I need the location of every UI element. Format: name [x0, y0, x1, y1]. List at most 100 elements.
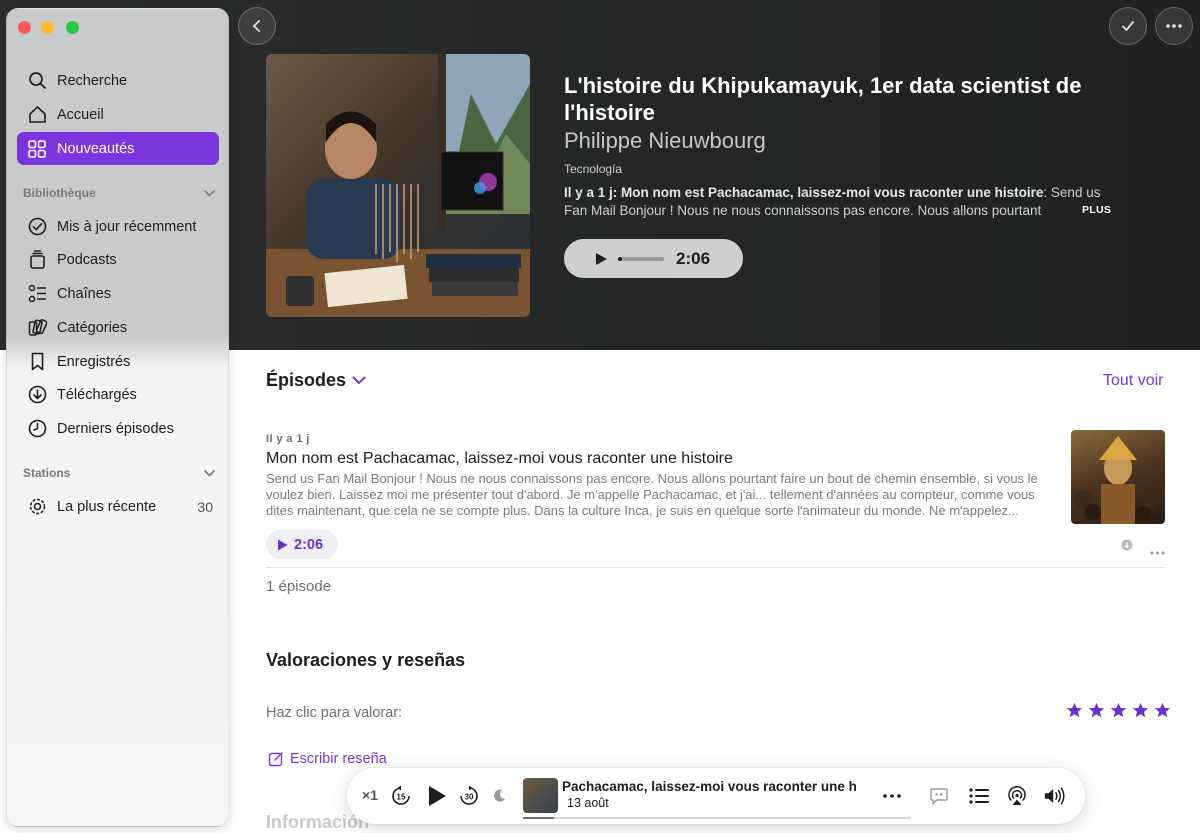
hero-progress-fill	[618, 256, 622, 261]
episode-title[interactable]: Mon nom est Pachacamac, laissez-moi vous…	[266, 450, 733, 468]
stations-section-label: Stations	[23, 466, 71, 480]
sidebar-item-latest-episodes[interactable]: Derniers épisodes	[17, 412, 219, 445]
sidebar-item-label: Chaînes	[57, 285, 112, 302]
more-options-button[interactable]	[1155, 7, 1193, 45]
ellipsis-icon	[1150, 551, 1165, 555]
episode-divider	[266, 567, 1165, 568]
star-icon[interactable]	[1088, 702, 1105, 719]
player-more-button[interactable]	[880, 784, 904, 808]
chevron-down-icon	[204, 469, 215, 477]
episode-artwork[interactable]	[1071, 430, 1165, 524]
playback-rate-button[interactable]: ×1	[362, 787, 378, 803]
podcasts-app-window: L'histoire du Khipukamayuk, 1er data sci…	[0, 0, 1200, 833]
sidebar-item-label: Accueil	[57, 106, 104, 123]
show-author[interactable]: Philippe Nieuwbourg	[564, 128, 766, 154]
moon-icon	[494, 789, 505, 802]
episodes-header[interactable]: Épisodes	[266, 370, 366, 391]
quote-bubble-icon	[930, 788, 948, 806]
star-icon[interactable]	[1110, 702, 1127, 719]
now-playing-artwork[interactable]	[523, 778, 558, 813]
skip-forward-30-icon: 30	[460, 785, 478, 805]
star-icon[interactable]	[1132, 702, 1149, 719]
sidebar-item-label: Nouveautés	[57, 140, 135, 157]
bookmark-icon	[27, 352, 47, 372]
mini-player: ×1 15 30 Pachacamac, laissez-moi vous ra…	[347, 768, 1085, 824]
episode-download-button[interactable]	[1121, 538, 1133, 556]
airplay-button[interactable]	[1005, 784, 1029, 808]
skip-back-seconds: 15	[397, 793, 406, 802]
checkmark-icon	[1122, 21, 1134, 31]
minimize-window-button[interactable]	[41, 21, 54, 34]
download-icon	[1121, 539, 1133, 551]
sidebar-item-categories[interactable]: Catégories	[17, 311, 219, 344]
zoom-window-button[interactable]	[66, 21, 79, 34]
sidebar-item-label: La plus récente	[57, 498, 157, 515]
categories-icon	[27, 318, 47, 338]
play-button[interactable]	[423, 782, 451, 810]
hero-play-time: 2:06	[676, 248, 711, 268]
list-icon	[969, 788, 989, 804]
sidebar-item-search[interactable]: Recherche	[17, 64, 219, 97]
episode-description: Send us Fan Mail Bonjour ! Nous ne nous …	[266, 471, 1038, 518]
sidebar-item-home[interactable]: Accueil	[17, 98, 219, 131]
skip-forward-seconds: 30	[465, 793, 474, 802]
compose-icon	[268, 752, 283, 767]
podcast-stack-icon	[27, 250, 47, 270]
home-icon	[27, 105, 47, 125]
sidebar-item-station-latest[interactable]: La plus récente 30	[17, 490, 219, 523]
more-button[interactable]: PLUS	[1082, 204, 1111, 216]
star-icon[interactable]	[1154, 702, 1171, 719]
chevron-down-icon	[352, 376, 366, 385]
sidebar: Recherche Accueil Nouveautés Bibliothèqu…	[6, 8, 229, 827]
hero-progress-bar	[618, 256, 664, 261]
sidebar-item-label: Enregistrés	[57, 353, 131, 370]
close-window-button[interactable]	[18, 21, 31, 34]
grid-icon	[27, 139, 47, 159]
hero-play-button[interactable]: 2:06	[564, 239, 743, 278]
now-playing-progress[interactable]	[523, 817, 911, 819]
ellipsis-icon	[883, 794, 901, 798]
gear-icon	[27, 497, 47, 517]
sleep-timer-button[interactable]	[487, 784, 511, 808]
skip-back-button[interactable]: 15	[389, 784, 413, 808]
library-section-label: Bibliothèque	[23, 186, 96, 200]
now-playing-progress-fill	[523, 817, 555, 819]
now-playing-title[interactable]: Pachacamac, laissez-moi vous raconter un…	[562, 779, 864, 794]
episode-duration: 2:06	[294, 536, 324, 553]
star-icon[interactable]	[1066, 702, 1083, 719]
follow-button[interactable]	[1109, 7, 1147, 45]
sidebar-item-downloaded[interactable]: Téléchargés	[17, 378, 219, 411]
latest-episode-prefix: Il y a 1 j: Mon nom est Pachacamac, lais…	[564, 185, 1044, 200]
volume-button[interactable]	[1043, 784, 1067, 808]
search-icon	[27, 71, 47, 91]
episode-play-button[interactable]: 2:06	[266, 530, 338, 559]
show-title: L'histoire du Khipukamayuk, 1er data sci…	[564, 73, 1082, 125]
station-count: 30	[197, 498, 213, 515]
queue-button[interactable]	[967, 784, 991, 808]
sidebar-item-label: Derniers épisodes	[57, 420, 174, 437]
show-category[interactable]: Tecnología	[564, 162, 622, 176]
sidebar-item-saved[interactable]: Enregistrés	[17, 345, 219, 378]
sidebar-item-channels[interactable]: Chaînes	[17, 277, 219, 310]
transcript-button[interactable]	[927, 784, 951, 808]
channels-icon	[27, 284, 47, 304]
show-latest-description: Il y a 1 j: Mon nom est Pachacamac, lais…	[564, 184, 1104, 220]
play-icon	[429, 786, 446, 806]
skip-forward-button[interactable]: 30	[457, 784, 481, 808]
information-title: Información	[266, 812, 370, 832]
stations-section-header[interactable]: Stations	[23, 466, 215, 480]
star-rating[interactable]	[1066, 702, 1171, 719]
sidebar-item-new[interactable]: Nouveautés	[17, 132, 219, 165]
library-section-header[interactable]: Bibliothèque	[23, 186, 215, 200]
back-button[interactable]	[238, 7, 276, 45]
sidebar-item-podcasts[interactable]: Podcasts	[17, 243, 219, 276]
see-all-link[interactable]: Tout voir	[1103, 372, 1163, 390]
episodes-header-label: Épisodes	[266, 370, 347, 390]
episode-more-button[interactable]	[1150, 542, 1165, 560]
skip-back-15-icon: 15	[392, 785, 410, 805]
episode-artwork-illustration	[1074, 436, 1160, 524]
checkmark-circle-icon	[27, 217, 47, 237]
write-review-button[interactable]: Escribir reseña	[268, 751, 387, 767]
sidebar-item-recently-updated[interactable]: Mis à jour récemment	[17, 210, 219, 243]
show-artwork[interactable]	[266, 54, 530, 317]
